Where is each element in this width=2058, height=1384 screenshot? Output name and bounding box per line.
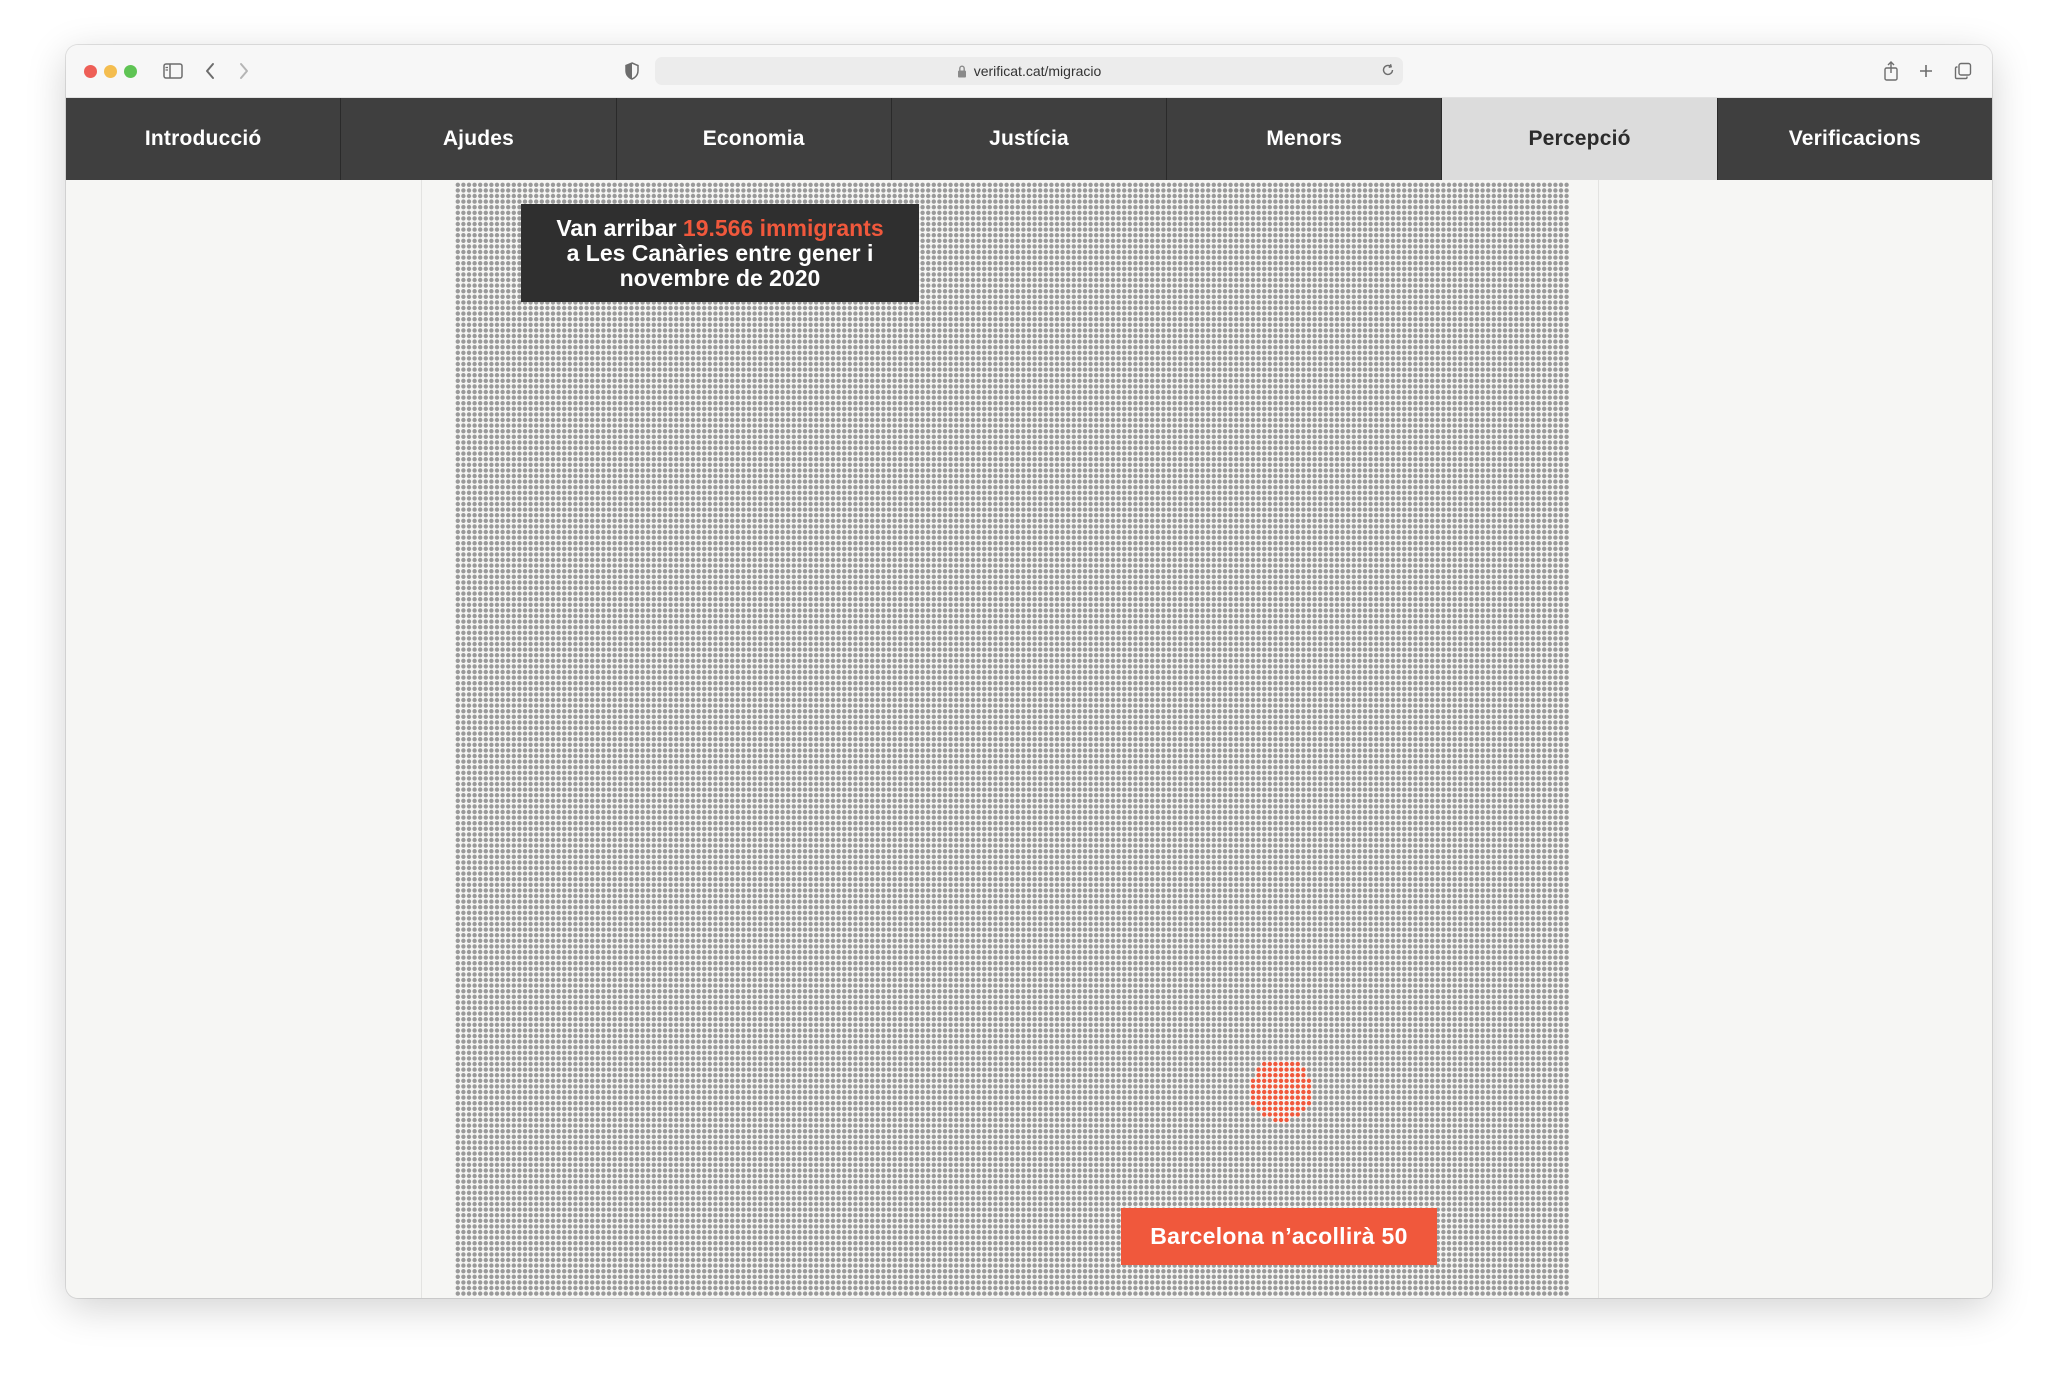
main-content: Van arribar 19.566 immigrants a Les Canà… (66, 180, 1992, 1298)
url-text: verificat.cat/migracio (973, 63, 1102, 79)
browser-toolbar: verificat.cat/migracio (66, 45, 1992, 98)
address-bar[interactable]: verificat.cat/migracio (655, 57, 1403, 85)
zoom-window-button[interactable] (124, 65, 137, 78)
sidebar-toggle-icon[interactable] (163, 59, 183, 83)
callout-line-2: a Les Canàries entre gener i (566, 239, 874, 266)
callout-prefix: Van arribar (556, 214, 683, 241)
tabs-overview-icon[interactable] (1954, 59, 1972, 83)
tab-percepcio[interactable]: Percepció (1442, 98, 1718, 180)
barcelona-badge: Barcelona n’acollirà 50 (1121, 1208, 1437, 1265)
tab-justicia[interactable]: Justícia (892, 98, 1168, 180)
tab-verificacions[interactable]: Verificacions (1718, 98, 1992, 180)
lock-icon (957, 64, 967, 78)
callout-line-1: Van arribar 19.566 immigrants (531, 214, 909, 241)
tab-introduccio[interactable]: Introducció (66, 98, 342, 180)
close-window-button[interactable] (84, 65, 97, 78)
reload-icon[interactable] (1381, 63, 1395, 77)
share-icon[interactable] (1883, 59, 1899, 83)
arrivals-callout: Van arribar 19.566 immigrants a Les Canà… (521, 204, 919, 302)
grey-dots (455, 182, 1569, 1296)
callout-line-3: novembre de 2020 (619, 264, 821, 291)
forward-chevron-icon[interactable] (238, 59, 250, 83)
browser-window: verificat.cat/migracio Introducció Ajude… (66, 45, 1992, 1298)
shield-icon[interactable] (624, 59, 640, 83)
tab-menors[interactable]: Menors (1167, 98, 1443, 180)
new-tab-plus-icon[interactable] (1918, 59, 1934, 83)
tab-ajudes[interactable]: Ajudes (341, 98, 617, 180)
back-chevron-icon[interactable] (204, 59, 216, 83)
minimize-window-button[interactable] (104, 65, 117, 78)
callout-highlight: 19.566 immigrants (682, 214, 884, 241)
section-navigation: Introducció Ajudes Economia Justícia Men… (66, 98, 1992, 180)
tab-economia[interactable]: Economia (617, 98, 892, 180)
dot-grid-visualization (455, 182, 1569, 1296)
